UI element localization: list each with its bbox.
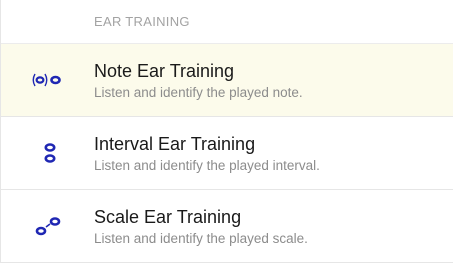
item-subtitle: Listen and identify the played note. [94, 85, 303, 100]
list-item-note-ear-training[interactable]: Note Ear Training Listen and identify th… [1, 44, 453, 117]
note-icon [26, 44, 74, 116]
scale-icon [26, 190, 74, 262]
item-title: Interval Ear Training [94, 134, 256, 154]
list-item-interval-ear-training[interactable]: Interval Ear Training Listen and identif… [1, 117, 453, 190]
interval-icon [26, 117, 74, 189]
section-header: EAR TRAINING [1, 0, 453, 44]
item-subtitle: Listen and identify the played scale. [94, 231, 308, 246]
item-title: Note Ear Training [94, 61, 235, 81]
item-title: Scale Ear Training [94, 207, 242, 227]
ear-training-panel: EAR TRAINING Note Ear Training Listen an… [0, 0, 453, 263]
list-item-scale-ear-training[interactable]: Scale Ear Training Listen and identify t… [1, 190, 453, 263]
item-subtitle: Listen and identify the played interval. [94, 158, 320, 173]
